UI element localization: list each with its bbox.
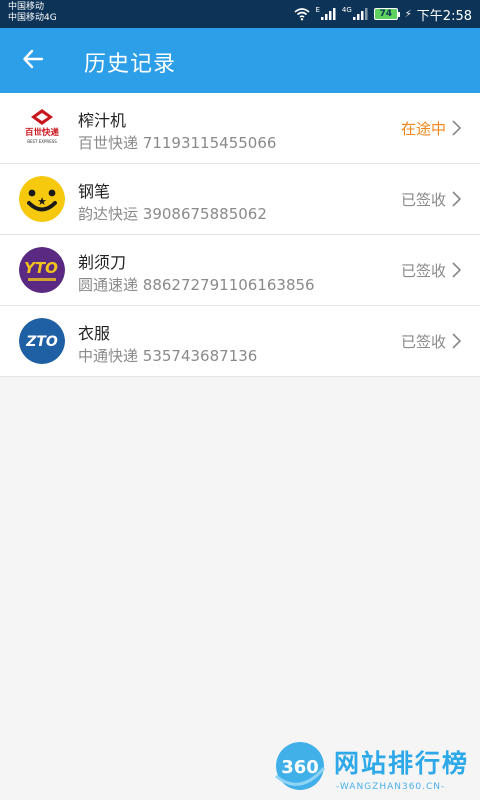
clock: 下午2:58 (416, 8, 472, 24)
arrow-left-icon[interactable] (22, 48, 44, 70)
chevron-right-icon (452, 120, 461, 136)
chevron-right-icon (452, 262, 461, 278)
zto-logo: ZTO (19, 318, 65, 364)
battery-tip (397, 11, 400, 17)
watermark-badge-icon: 360 (275, 742, 326, 790)
chevron-right-icon (452, 333, 461, 349)
watermark-url: -WANGZHAN360.CN- (336, 782, 446, 792)
best-express-logo: 百世快递 BEST EXPRESS (19, 105, 65, 151)
item-tracking: 圆通速递 886272791106163856 (78, 274, 315, 295)
status-delivered: 已签收 (400, 191, 446, 209)
signal-2-icon (352, 8, 368, 20)
signal-1-tag: E (315, 6, 320, 14)
item-number: 3908675885062 (142, 205, 267, 223)
item-name: 榨汁机 (78, 111, 127, 130)
item-courier: 中通快递 (78, 347, 139, 365)
battery-icon: 74 (373, 8, 400, 20)
signal-2-tag: 4G (341, 6, 352, 14)
item-courier: 百世快递 (78, 134, 139, 152)
item-number: 535743687136 (142, 347, 258, 365)
yto-logo: YTO (19, 247, 65, 293)
charging-icon: ⚡ (404, 8, 412, 20)
status-delivered: 已签收 (400, 333, 446, 351)
item-name: 剃须刀 (78, 253, 127, 272)
yunda-star: ★ (37, 195, 47, 208)
item-tracking: 中通快递 535743687136 (78, 345, 257, 366)
carrier-1: 中国移动 (8, 2, 45, 12)
history-item-1[interactable]: ★ 钢笔 韵达快运 3908675885062 已签收 (0, 164, 480, 235)
signal-1-icon (320, 8, 336, 20)
app-bar: 历史记录 (0, 28, 480, 93)
history-item-2[interactable]: YTO 剃须刀 圆通速递 886272791106163856 已签收 (0, 235, 480, 306)
history-item-0[interactable]: 百世快递 BEST EXPRESS 榨汁机 百世快递 7119311545506… (0, 93, 480, 164)
zto-text: ZTO (25, 334, 58, 350)
item-number: 71193115455066 (142, 134, 277, 152)
carrier-2: 中国移动4G (8, 13, 57, 23)
history-list: 百世快递 BEST EXPRESS 榨汁机 百世快递 7119311545506… (0, 93, 480, 377)
item-tracking: 百世快递 71193115455066 (78, 132, 276, 153)
watermark: 360 网站排行榜 -WANGZHAN360.CN- (270, 738, 476, 798)
watermark-text: 网站排行榜 (334, 749, 470, 778)
item-courier: 圆通速递 (78, 276, 139, 294)
status-delivered: 已签收 (400, 262, 446, 280)
history-item-3[interactable]: ZTO 衣服 中通快递 535743687136 已签收 (0, 306, 480, 377)
item-name: 衣服 (78, 324, 111, 343)
carrier-info: 中国移动 中国移动4G (8, 2, 57, 24)
item-tracking: 韵达快运 3908675885062 (78, 203, 267, 224)
page-title: 历史记录 (84, 52, 177, 77)
wifi-icon (294, 8, 310, 21)
yto-text: YTO (24, 259, 58, 277)
status-in-transit: 在途中 (400, 120, 446, 138)
status-icons: E 4G 74 ⚡ 下午2:58 (294, 5, 472, 24)
best-logo-text: 百世快递 (25, 127, 60, 138)
item-name: 钢笔 (78, 182, 111, 201)
best-logo-en: BEST EXPRESS (27, 139, 57, 144)
watermark-badge: 360 (281, 757, 319, 778)
yunda-logo: ★ (19, 176, 65, 222)
chevron-right-icon (452, 191, 461, 207)
status-bar: 中国移动 中国移动4G E 4G 74 ⚡ 下午2:58 (0, 0, 480, 28)
item-number: 886272791106163856 (142, 276, 315, 294)
item-courier: 韵达快运 (78, 205, 139, 223)
battery-level: 74 (373, 8, 398, 20)
